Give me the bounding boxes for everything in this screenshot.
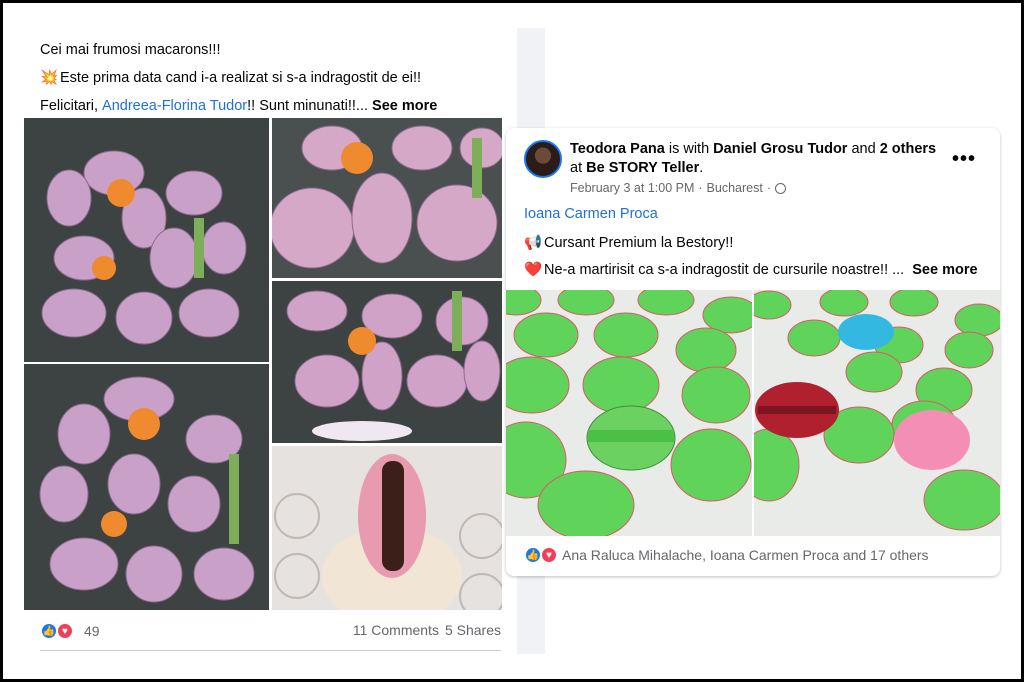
at-text: at [570,160,583,176]
macarons-photo-image [272,281,502,443]
photo-5[interactable] [272,446,502,610]
photo-3[interactable] [272,118,502,278]
comments-count-link[interactable]: 11 Comments [353,622,439,638]
post-line-3-suffix: !! Sunt minunati!!... [247,98,369,114]
and-text: and [851,141,876,157]
reactions-summary[interactable]: 👍 ♥ 49 [40,622,100,640]
location-link[interactable]: Bucharest [707,181,763,195]
reactions-text: Ana Raluca Mihalache, Ioana Carmen Proca… [562,547,929,563]
post-line-3-prefix: Felicitari, [40,98,99,114]
photo-4[interactable] [272,281,502,443]
photo-2[interactable] [754,290,1000,536]
post-line-2: ❤️ Ne-a martirisit ca s-a indragostit de … [524,261,978,278]
post-line-1-text: Cei mai frumosi macarons!!! [40,42,221,58]
macaron-in-hand-photo-image [272,446,502,610]
post-date-link[interactable]: February 3 at 1:00 PM [570,181,694,195]
macarons-photo-image [272,118,502,278]
love-reaction-icon: ♥ [56,622,74,640]
meta-separator-2: · [766,181,771,195]
post-line-2-text: Ne-a martirisit ca s-a indragostit de cu… [544,262,905,278]
globe-icon [775,182,786,194]
green-macarons-photo-image [754,290,1000,536]
see-more-link[interactable]: See more [372,96,437,116]
post-line-1: 📢 Cursant Premium la Bestory!! [524,234,733,251]
with-name-link[interactable]: Daniel Grosu Tudor [713,141,847,157]
macarons-photo-image [24,118,269,362]
others-link[interactable]: 2 others [880,141,936,157]
megaphone-emoji-icon: 📢 [524,235,543,251]
love-reaction-icon: ♥ [540,546,558,564]
tagged-user-link[interactable]: Andreea-Florina Tudor [102,96,247,116]
photo-1[interactable] [506,290,752,536]
avatar[interactable] [524,140,562,178]
is-with-text: is with [668,141,710,157]
place-link[interactable]: Be STORY Teller [586,160,699,176]
post-left-text: Cei mai frumosi macarons!!! 💥 Este prima… [40,36,500,120]
post-line-1-text: Cursant Premium la Bestory!! [544,235,734,251]
reactions-count: 49 [84,623,100,639]
engagement-counts: 11 Comments 5 Shares [353,622,501,638]
author-name-link[interactable]: Teodora Pana [570,141,665,157]
post-line-3: Felicitari, Andreea-Florina Tudor!! Sunt… [40,92,500,120]
post-line-2-text: Este prima data cand i-a realizat si s-a… [60,70,422,86]
collision-emoji-icon: 💥 [40,70,59,86]
tagged-user-link[interactable]: Ioana Carmen Proca [524,206,658,222]
post-meta: February 3 at 1:00 PM · Bucharest · [570,181,786,195]
post-right: Teodora Pana is with Daniel Grosu Tudor … [506,128,1000,576]
post-left: Cei mai frumosi macarons!!! 💥 Este prima… [24,28,545,654]
post-line-1: Cei mai frumosi macarons!!! [40,36,500,64]
post-line-2: 💥 Este prima data cand i-a realizat si s… [40,64,500,92]
reactions-summary[interactable]: 👍 ♥ Ana Raluca Mihalache, Ioana Carmen P… [524,546,929,564]
post-header: Teodora Pana is with Daniel Grosu Tudor … [570,140,950,178]
photo-grid [506,290,1000,536]
divider [40,650,501,651]
photo-1[interactable] [24,118,269,362]
period-text: . [699,160,704,176]
meta-separator: · [698,181,703,195]
macarons-photo-image [24,364,269,610]
photo-2[interactable] [24,364,269,610]
green-macarons-photo-image [506,290,752,536]
shares-count-link[interactable]: 5 Shares [445,622,501,638]
see-more-link[interactable]: See more [912,262,977,278]
more-options-button[interactable]: ••• [952,148,976,171]
heart-emoji-icon: ❤️ [524,262,543,278]
